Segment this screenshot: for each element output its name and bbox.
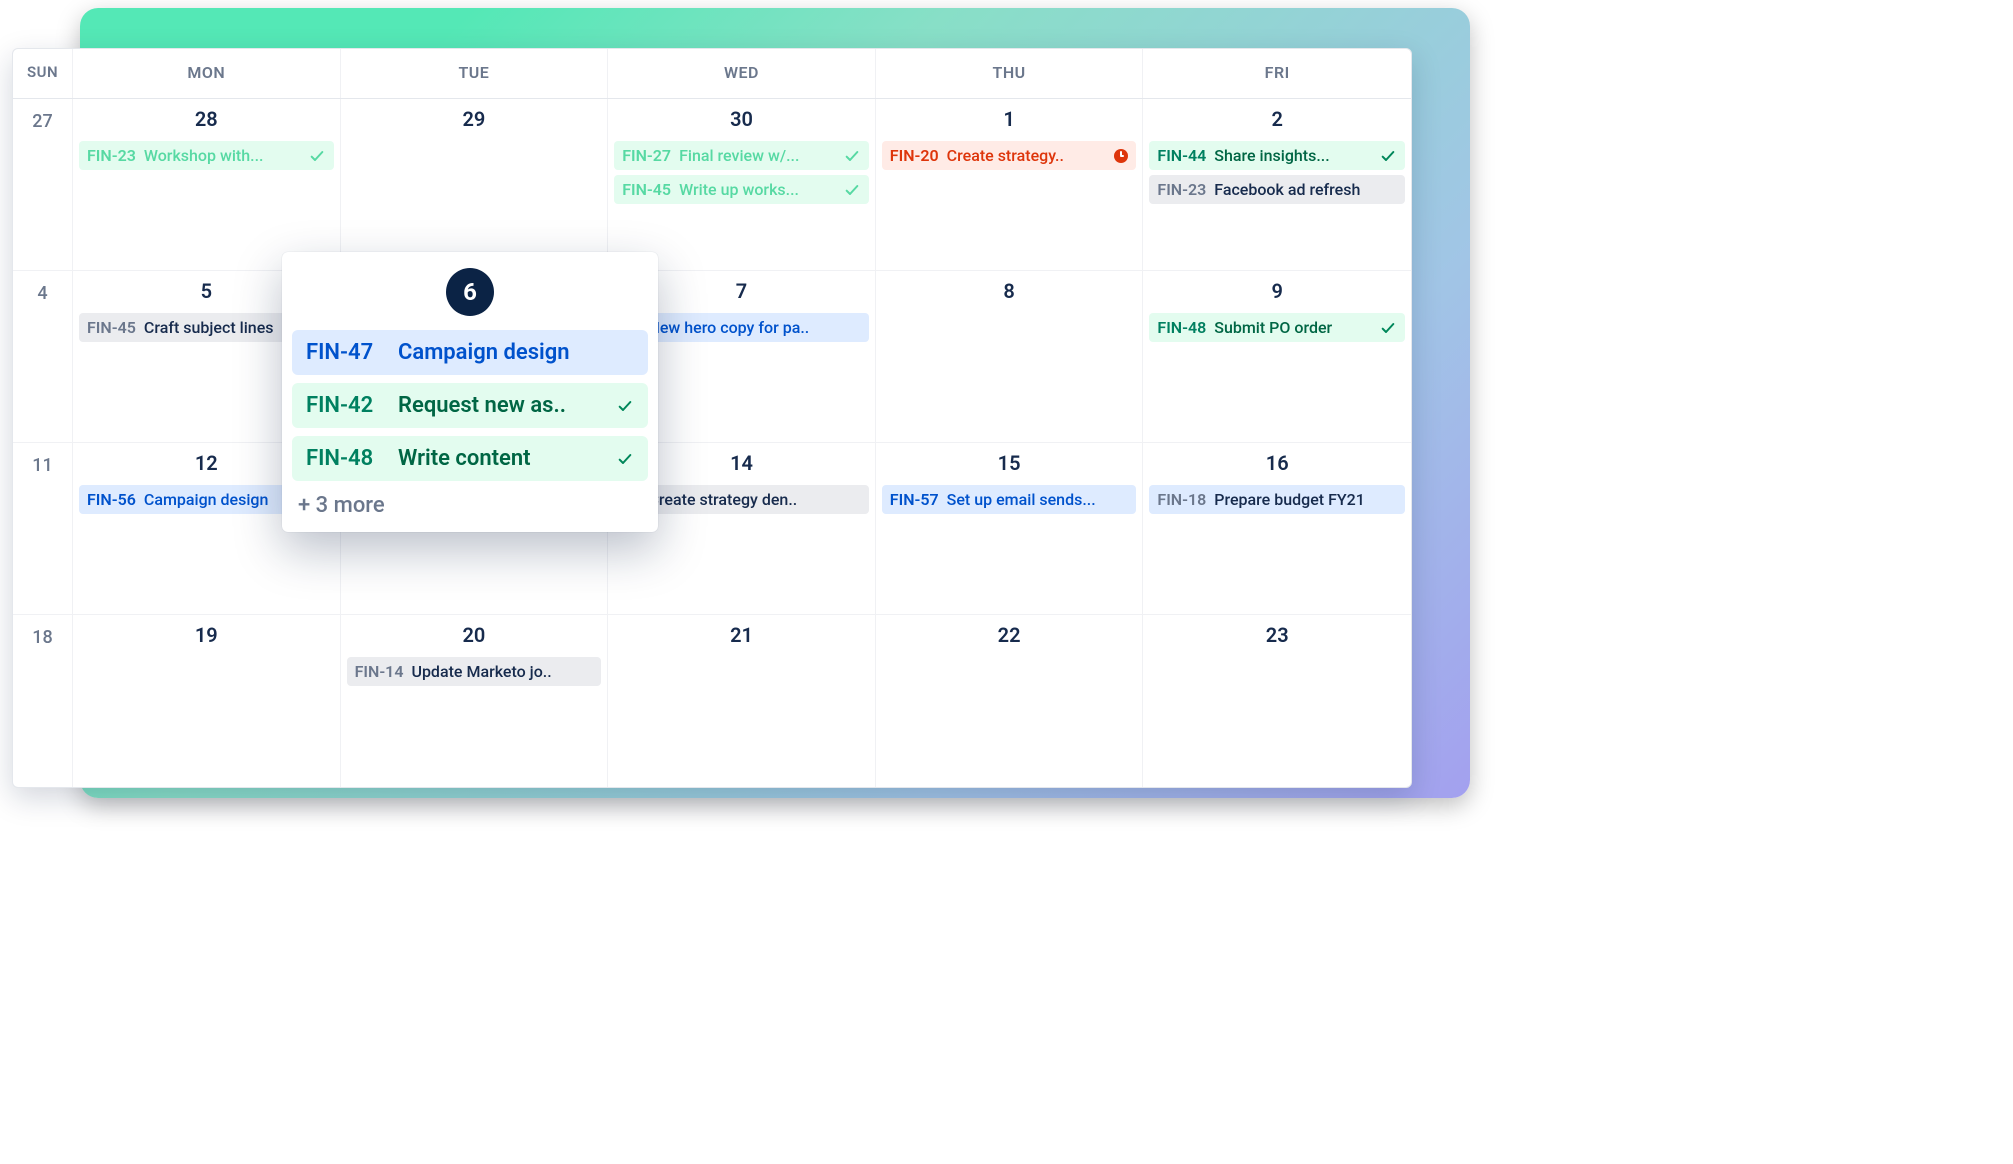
task-title: Set up email sends...: [947, 490, 1129, 509]
day-number: 16: [1149, 451, 1405, 475]
day-number: 20: [347, 623, 602, 647]
task-title: Write content: [398, 446, 600, 471]
task-key: FIN-45: [622, 180, 671, 199]
day-cell[interactable]: 16 FIN-18 Prepare budget FY21: [1143, 443, 1411, 614]
week-row: 45FIN-45Craft subject lines6727New hero …: [13, 271, 1411, 443]
task-pill[interactable]: FIN-44 Share insights...: [1149, 141, 1405, 170]
day-cell[interactable]: 1 FIN-20 Create strategy..: [876, 99, 1144, 270]
clock-icon: [1114, 149, 1128, 163]
day-cell[interactable]: 8: [876, 271, 1144, 442]
day-cell[interactable]: 30 FIN-27 Final review w/... FIN-45 Write up…: [608, 99, 876, 270]
task-pill[interactable]: FIN-27 Final review w/...: [614, 141, 869, 170]
task-key: FIN-18: [1157, 490, 1206, 509]
task-pill[interactable]: FIN-20 Create strategy..: [882, 141, 1137, 170]
day-cell[interactable]: 22: [876, 615, 1144, 787]
day-number: 1: [882, 107, 1137, 131]
task-title: Request new as..: [398, 393, 600, 418]
day-cell[interactable]: 15 FIN-57 Set up email sends...: [876, 443, 1144, 614]
task-pill[interactable]: FIN-45 Write up works...: [614, 175, 869, 204]
task-key: FIN-48: [306, 446, 382, 471]
day-cell[interactable]: 23: [1143, 615, 1411, 787]
calendar-grid: SUNMONTUEWEDTHUFRI 2728FIN-23Workshop wi…: [12, 48, 1412, 788]
weekday-header-cell: MON: [73, 49, 341, 98]
task-title: Create strategy den..: [648, 490, 860, 509]
task-title: Share insights...: [1214, 146, 1371, 165]
task-title: Prepare budget FY21: [1214, 490, 1397, 509]
check-icon: [843, 147, 861, 165]
day-cell[interactable]: 28 FIN-23 Workshop with...: [73, 99, 341, 270]
check-icon: [1379, 319, 1397, 337]
task-pill[interactable]: FIN-48 Submit PO order: [1149, 313, 1405, 342]
task-title: Campaign design: [398, 340, 634, 365]
task-key: FIN-27: [622, 146, 671, 165]
day-number: 28: [79, 107, 334, 131]
week-row: 2728 FIN-23 Workshop with... 29 30 FIN-27 Fina…: [13, 99, 1411, 271]
popover-more-link[interactable]: + 3 more: [292, 489, 648, 518]
day-number: 23: [1149, 623, 1405, 647]
task-title: Workshop with...: [144, 146, 300, 165]
day-cell[interactable]: 9 FIN-48 Submit PO order: [1143, 271, 1411, 442]
day-cell[interactable]: 19: [73, 615, 341, 787]
check-icon: [843, 181, 861, 199]
task-key: FIN-48: [1157, 318, 1206, 337]
task-pill[interactable]: FIN-57 Set up email sends...: [882, 485, 1137, 514]
weekday-header-cell: FRI: [1143, 49, 1411, 98]
task-key: FIN-44: [1157, 146, 1206, 165]
day-number: 22: [882, 623, 1137, 647]
day-number: 15: [882, 451, 1137, 475]
task-pill[interactable]: FIN-23 Workshop with...: [79, 141, 334, 170]
day-cell[interactable]: 21: [608, 615, 876, 787]
weekday-header-cell: THU: [876, 49, 1144, 98]
day-detail-popover[interactable]: 6 FIN-47 Campaign design FIN-42 Request new…: [282, 252, 658, 532]
task-pill[interactable]: FIN-14 Update Marketo jo..: [347, 657, 602, 686]
task-title: Final review w/...: [679, 146, 835, 165]
task-title: Facebook ad refresh: [1214, 180, 1397, 199]
day-number: 9: [1149, 279, 1405, 303]
check-icon: [308, 147, 326, 165]
task-title: Update Marketo jo..: [411, 662, 593, 681]
popover-task[interactable]: FIN-48 Write content: [292, 436, 648, 481]
day-cell[interactable]: 29: [341, 99, 609, 270]
popover-task[interactable]: FIN-47 Campaign design: [292, 330, 648, 375]
task-key: FIN-47: [306, 340, 382, 365]
sunday-cell: 18: [13, 615, 73, 787]
weekday-header: SUNMONTUEWEDTHUFRI: [13, 49, 1411, 99]
task-key: FIN-23: [87, 146, 136, 165]
weekday-header-cell: SUN: [13, 49, 73, 98]
task-pill[interactable]: FIN-18 Prepare budget FY21: [1149, 485, 1405, 514]
day-cell[interactable]: 20 FIN-14 Update Marketo jo..: [341, 615, 609, 787]
task-key: FIN-45: [87, 318, 136, 337]
task-key: FIN-42: [306, 393, 382, 418]
popover-task[interactable]: FIN-42 Request new as..: [292, 383, 648, 428]
weekday-header-cell: TUE: [341, 49, 609, 98]
day-number: 21: [614, 623, 869, 647]
sunday-cell: 4: [13, 271, 73, 442]
popover-day-badge: 6: [446, 268, 494, 316]
task-title: Create strategy..: [947, 146, 1107, 165]
day-number: 8: [882, 279, 1137, 303]
task-title: Write up works...: [679, 180, 835, 199]
task-title: New hero copy for pa..: [648, 318, 860, 337]
sunday-cell: 11: [13, 443, 73, 614]
sunday-cell: 27: [13, 99, 73, 270]
task-pill[interactable]: FIN-23 Facebook ad refresh: [1149, 175, 1405, 204]
task-key: FIN-57: [890, 490, 939, 509]
week-row: 1819 20 FIN-14 Update Marketo jo.. 21 22 23: [13, 615, 1411, 787]
task-key: FIN-23: [1157, 180, 1206, 199]
week-row: 1112FIN-56Campaign design131414Create st…: [13, 443, 1411, 615]
weekday-header-cell: WED: [608, 49, 876, 98]
task-title: Submit PO order: [1214, 318, 1371, 337]
day-number: 29: [347, 107, 602, 131]
day-number: 30: [614, 107, 869, 131]
task-key: FIN-20: [890, 146, 939, 165]
day-number: 2: [1149, 107, 1405, 131]
check-icon: [616, 450, 634, 468]
task-key: FIN-14: [355, 662, 404, 681]
day-cell[interactable]: 2 FIN-44 Share insights... FIN-23 Facebook a…: [1143, 99, 1411, 270]
day-number: 19: [79, 623, 334, 647]
check-icon: [1379, 147, 1397, 165]
check-icon: [616, 397, 634, 415]
task-key: FIN-56: [87, 490, 136, 509]
